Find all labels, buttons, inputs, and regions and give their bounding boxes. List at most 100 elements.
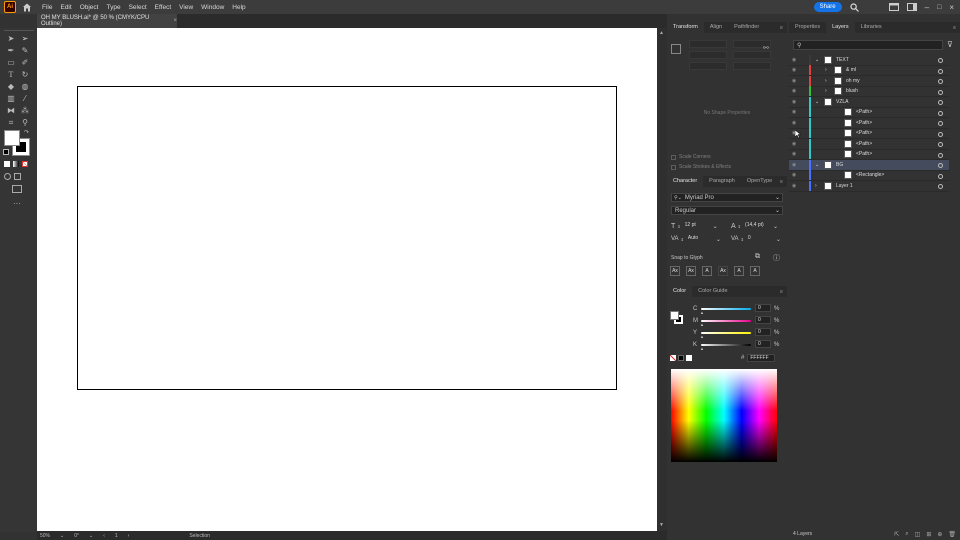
layer-name[interactable]: blush bbox=[846, 88, 858, 94]
stepper-icon[interactable]: ⇕ bbox=[741, 237, 744, 242]
menu-file[interactable]: File bbox=[42, 4, 52, 11]
layer-row[interactable]: ◉ <Rectangle> bbox=[789, 170, 949, 181]
symbol-sprayer-tool-icon[interactable]: ⁂ bbox=[20, 106, 30, 116]
chevron-down-icon[interactable]: ⌄ bbox=[815, 162, 824, 168]
target-circle-icon[interactable] bbox=[938, 152, 943, 158]
export-icon[interactable]: ⇱ bbox=[894, 531, 899, 538]
stepper-icon[interactable]: ⇕ bbox=[738, 224, 741, 229]
layers-search-input[interactable]: ⚲ bbox=[793, 40, 943, 50]
paintbrush-tool-icon[interactable]: ✐ bbox=[20, 58, 30, 68]
gradient-tool-icon[interactable]: ▥ bbox=[6, 94, 16, 104]
zoom-level[interactable]: 50% bbox=[40, 533, 50, 539]
rotate-tool-icon[interactable]: ↻ bbox=[20, 70, 30, 80]
home-icon[interactable] bbox=[20, 1, 34, 13]
shape-builder-tool-icon[interactable]: ◍ bbox=[20, 82, 30, 92]
layer-name[interactable]: <Path> bbox=[856, 141, 872, 147]
visibility-eye-icon[interactable]: ◉ bbox=[789, 88, 799, 94]
target-circle-icon[interactable] bbox=[938, 173, 943, 179]
artboard[interactable] bbox=[77, 86, 617, 390]
tab-color[interactable]: Color bbox=[667, 286, 693, 297]
reference-point-icon[interactable] bbox=[671, 44, 681, 54]
channel-k-slider-knob[interactable]: ▲ bbox=[700, 346, 704, 351]
tab-align[interactable]: Align bbox=[704, 22, 728, 33]
tab-pathfinder[interactable]: Pathfinder bbox=[728, 22, 765, 33]
chevron-right-icon[interactable]: › bbox=[825, 67, 834, 73]
panel-menu-icon[interactable]: ≡ bbox=[780, 289, 787, 295]
layer-row[interactable]: ◉ › oh my bbox=[789, 75, 949, 87]
snap-angular-icon[interactable]: A bbox=[734, 266, 744, 276]
layer-name[interactable]: BG bbox=[836, 162, 843, 168]
draw-normal-icon[interactable] bbox=[4, 173, 11, 180]
visibility-eye-icon[interactable]: ◉ bbox=[789, 162, 799, 168]
chevron-down-icon[interactable]: ⌄ bbox=[89, 533, 93, 539]
color-mode-icon[interactable] bbox=[4, 161, 10, 167]
info-icon[interactable]: ⓘ bbox=[773, 253, 780, 263]
tab-opentype[interactable]: OpenType bbox=[741, 176, 778, 187]
visibility-eye-icon[interactable]: ◉ bbox=[789, 57, 799, 63]
target-circle-icon[interactable] bbox=[938, 121, 943, 126]
chevron-down-icon[interactable]: ⌄ bbox=[713, 223, 718, 230]
layer-row[interactable]: ◉ <Path> bbox=[789, 138, 949, 150]
target-circle-icon[interactable] bbox=[938, 184, 943, 189]
new-layer-icon[interactable]: ⊕ bbox=[937, 531, 942, 538]
zoom-tool-icon[interactable]: ⚲ bbox=[20, 118, 30, 128]
hex-field[interactable]: FFFFFF bbox=[747, 354, 776, 362]
layer-row[interactable]: ◉ ⌄ BG bbox=[789, 159, 949, 171]
rotation-value[interactable]: 0° bbox=[74, 533, 79, 539]
target-circle-icon[interactable] bbox=[938, 68, 943, 74]
gradient-mode-icon[interactable] bbox=[13, 161, 19, 167]
direct-selection-tool-icon[interactable]: ➢ bbox=[20, 34, 30, 44]
type-tool-icon[interactable]: T bbox=[6, 70, 16, 80]
chevron-right-icon[interactable]: › bbox=[825, 78, 834, 84]
arrange-documents-icon[interactable] bbox=[888, 3, 899, 11]
channel-c-slider-knob[interactable]: ▲ bbox=[700, 310, 704, 315]
channel-k-field[interactable]: 0 bbox=[755, 340, 771, 348]
visibility-eye-icon[interactable]: ◉ bbox=[789, 78, 799, 84]
chevron-down-icon[interactable]: ⌄ bbox=[716, 236, 721, 243]
chevron-down-icon[interactable]: ⌄ bbox=[60, 533, 64, 539]
pen-tool-icon[interactable]: ✒ bbox=[6, 46, 16, 56]
close-icon[interactable]: × bbox=[949, 3, 954, 12]
default-fill-stroke-icon[interactable] bbox=[3, 149, 9, 155]
visibility-eye-icon[interactable]: ◉ bbox=[789, 109, 799, 115]
chevron-down-icon[interactable]: ⌄ bbox=[815, 57, 824, 63]
scroll-down-icon[interactable]: ▼ bbox=[659, 522, 664, 528]
menu-effect[interactable]: Effect bbox=[155, 4, 172, 11]
selection-tool-icon[interactable]: ➤ bbox=[6, 34, 16, 44]
document-tab[interactable]: OH MY BLUSH.ai* @ 50 % (CMYK/CPU Outline… bbox=[37, 14, 177, 28]
none-mode-icon[interactable] bbox=[22, 161, 28, 167]
menu-view[interactable]: View bbox=[179, 4, 193, 11]
channel-c-slider[interactable] bbox=[701, 308, 751, 310]
layer-name[interactable]: VZLA bbox=[836, 99, 849, 105]
tab-layers[interactable]: Layers bbox=[826, 22, 855, 33]
tab-libraries[interactable]: Libraries bbox=[855, 22, 888, 33]
visibility-eye-icon[interactable]: ◉ bbox=[789, 172, 799, 178]
scroll-up-icon[interactable]: ▲ bbox=[659, 30, 664, 36]
prev-artboard-icon[interactable]: ‹ bbox=[103, 533, 105, 539]
menu-object[interactable]: Object bbox=[80, 4, 99, 11]
tab-properties[interactable]: Properties bbox=[789, 22, 826, 33]
layer-name[interactable]: <Path> bbox=[856, 130, 872, 136]
snap-proximity-icon[interactable]: Ax bbox=[718, 266, 728, 276]
white-swatch[interactable] bbox=[686, 355, 692, 361]
visibility-eye-icon[interactable]: ◉ bbox=[789, 141, 799, 147]
layer-row[interactable]: ◉ <Path> bbox=[789, 107, 949, 118]
vertical-scrollbar[interactable]: ▲ ▼ bbox=[657, 28, 667, 531]
visibility-eye-icon[interactable]: ◉ bbox=[789, 120, 799, 126]
target-circle-icon[interactable] bbox=[938, 89, 943, 95]
chevron-down-icon[interactable]: ⌄ bbox=[773, 223, 778, 230]
menu-select[interactable]: Select bbox=[129, 4, 147, 11]
channel-k-slider[interactable] bbox=[701, 344, 751, 346]
snap-glyph-bounds-icon[interactable]: A bbox=[702, 266, 712, 276]
layer-name[interactable]: <Path> bbox=[856, 151, 872, 157]
channel-y-slider[interactable] bbox=[701, 332, 751, 334]
menu-type[interactable]: Type bbox=[106, 4, 120, 11]
chevron-down-icon[interactable]: ⌄ bbox=[815, 99, 824, 105]
layer-name[interactable]: Layer 1 bbox=[836, 183, 853, 189]
layer-name[interactable]: <Path> bbox=[856, 109, 872, 115]
filter-icon[interactable]: ⊽ bbox=[947, 40, 953, 49]
tab-color-guide[interactable]: Color Guide bbox=[692, 286, 733, 297]
font-size-field[interactable]: 12 pt bbox=[683, 222, 711, 230]
layer-name[interactable]: & ml bbox=[846, 67, 856, 73]
tracking-field[interactable]: 0 bbox=[746, 235, 774, 243]
